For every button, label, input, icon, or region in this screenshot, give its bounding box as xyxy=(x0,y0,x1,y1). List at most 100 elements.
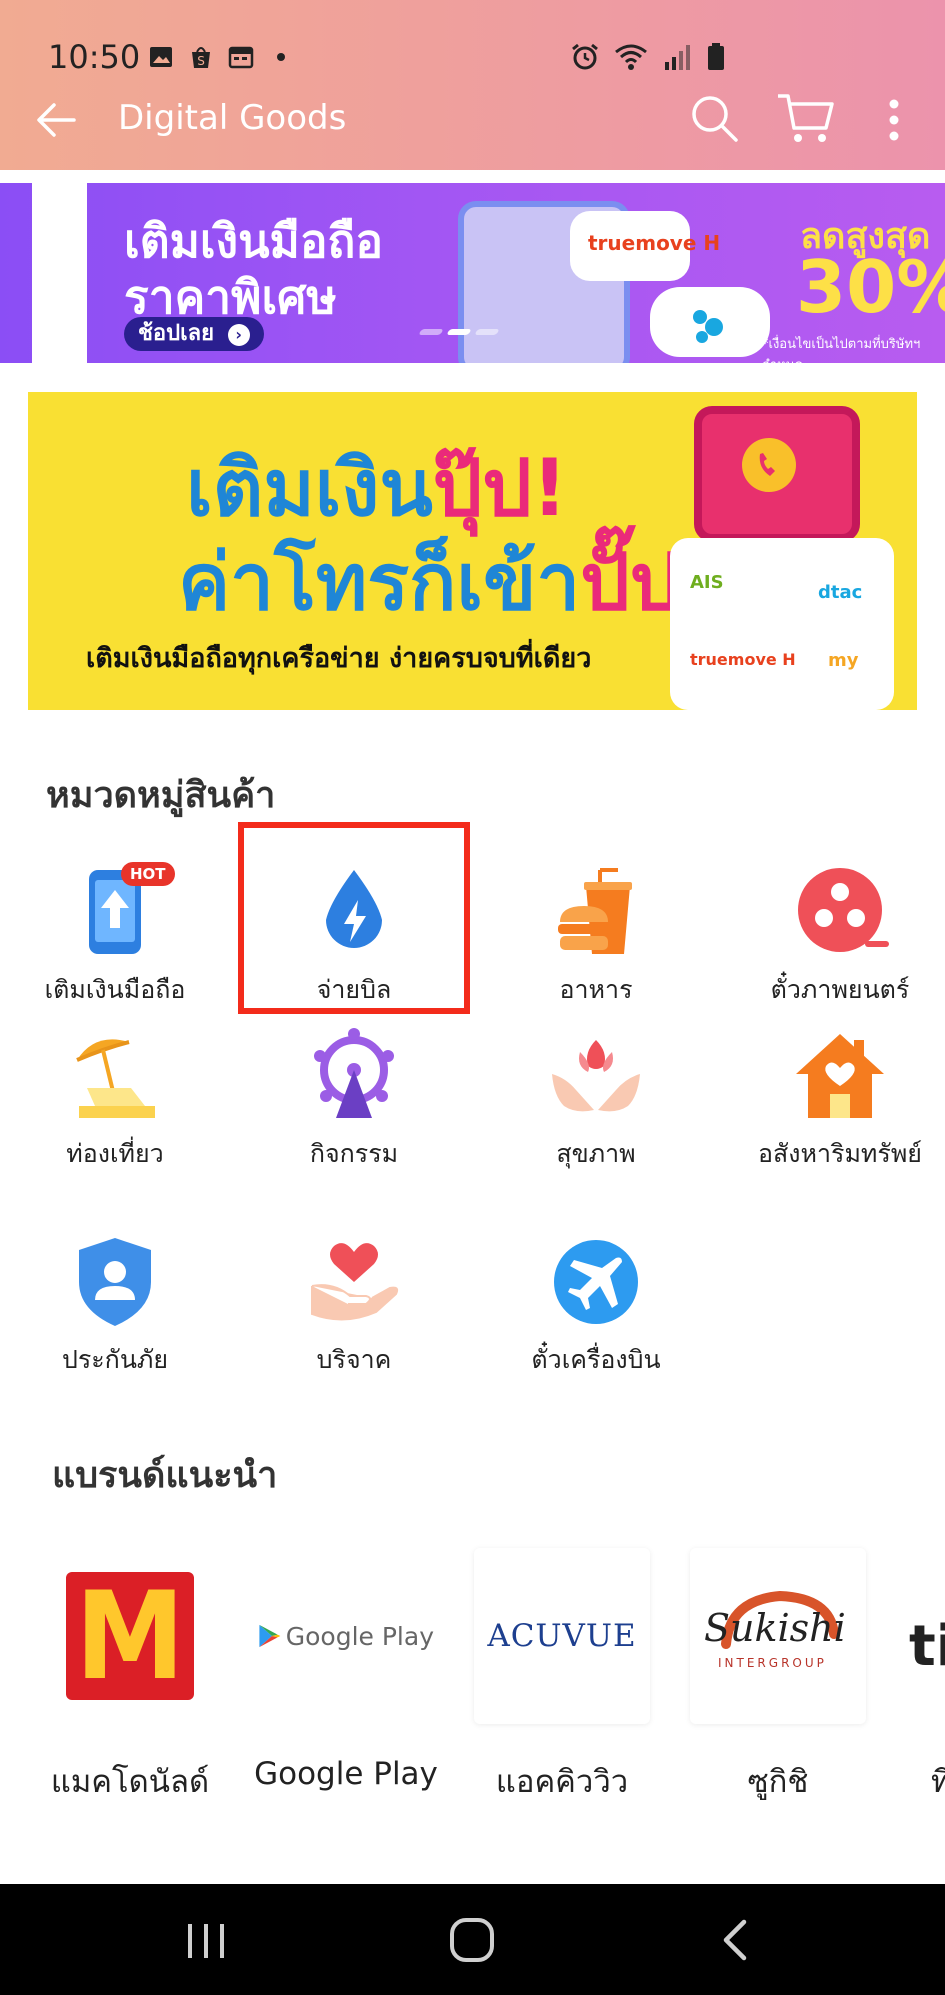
category-flight-tickets[interactable]: ตั๋วเครื่องบิน xyxy=(481,1232,711,1380)
lotus-hands-icon xyxy=(552,1040,640,1112)
image-notification-icon xyxy=(150,47,172,67)
more-options-icon[interactable] xyxy=(872,94,916,146)
carrier-dtac: dtac xyxy=(818,582,863,603)
sukishi-logo: Sukishi INTERGROUP xyxy=(690,1548,866,1724)
shop-now-label: ช้อปเลย xyxy=(138,321,215,346)
selection-highlight-box xyxy=(238,822,470,1014)
brand-label: ซูกิชิ xyxy=(747,1764,809,1800)
wifi-icon xyxy=(615,44,647,70)
category-label: อาหาร xyxy=(559,975,633,1004)
terms-note: *เงื่อนไขเป็นไปตามที่บริษัทฯกำหนด xyxy=(762,337,921,363)
brand-label: แอคคิววิว xyxy=(495,1764,629,1800)
sukishi-wordmark: Sukishi xyxy=(704,1606,846,1650)
hot-badge: HOT xyxy=(121,862,175,886)
carousel-dot xyxy=(418,329,444,335)
food-icon xyxy=(558,868,632,954)
status-notification-icons: S xyxy=(148,44,294,70)
carousel-indicator xyxy=(418,329,500,335)
mcdonalds-logo: M xyxy=(42,1548,218,1724)
recent-apps-icon[interactable] xyxy=(176,1914,236,1966)
discount-value: 30% xyxy=(796,245,945,329)
brand-mcdonalds[interactable]: M แมคโดนัลด์ xyxy=(30,1548,230,1806)
brand-google-play[interactable]: Google Play Google Play xyxy=(246,1548,446,1792)
topup-headline-line2: ค่าโทรก็เข้าปั๊ป! xyxy=(178,520,715,644)
category-label: สุขภาพ xyxy=(556,1139,636,1168)
category-insurance[interactable]: ประกันภัย xyxy=(0,1232,230,1380)
beach-icon xyxy=(76,1039,155,1118)
category-label: ท่องเที่ยว xyxy=(66,1139,164,1168)
brand-partial[interactable]: ti ที xyxy=(895,1548,945,1806)
category-health[interactable]: สุขภาพ xyxy=(481,1026,711,1174)
category-donation[interactable]: บริจาค xyxy=(239,1232,469,1380)
category-label: ประกันภัย xyxy=(61,1345,169,1374)
truemove-logo-text: truemove H xyxy=(588,231,721,255)
heart-hand-icon xyxy=(311,1243,399,1321)
status-system-icons xyxy=(570,42,726,72)
phone-call-icon xyxy=(742,438,796,492)
topup-headline-blue-2: ค่าโทรก็เข้า xyxy=(178,538,581,628)
cart-icon[interactable] xyxy=(776,90,836,146)
category-label: เติมเงินมือถือ xyxy=(44,975,186,1004)
google-play-triangle-icon xyxy=(259,1624,281,1648)
home-icon[interactable] xyxy=(442,1914,502,1966)
airplane-icon xyxy=(554,1240,638,1324)
category-activities[interactable]: กิจกรรม xyxy=(239,1026,469,1174)
carousel-dot xyxy=(474,329,500,335)
carrier-card-illustration xyxy=(670,538,894,710)
sukishi-subtext: INTERGROUP xyxy=(718,1656,827,1670)
shield-person-icon xyxy=(79,1238,151,1326)
acuvue-wordmark: ACUVUE xyxy=(487,1618,637,1654)
category-movie-tickets[interactable]: ตั๋วภาพยนตร์ xyxy=(725,862,945,1010)
more-notifications-dot-icon xyxy=(277,53,285,61)
category-label: กิจกรรม xyxy=(309,1139,399,1168)
page-title: Digital Goods xyxy=(118,98,347,138)
topup-subtitle: เติมเงินมือถือทุกเครือข่าย ง่ายครบจบที่เ… xyxy=(86,643,592,674)
status-time: 10:50 xyxy=(48,38,141,76)
brand-sukishi[interactable]: Sukishi INTERGROUP ซูกิชิ xyxy=(678,1548,878,1806)
carrier-my: my xyxy=(828,650,859,671)
category-food[interactable]: อาหาร xyxy=(481,862,711,1010)
system-navigation-bar xyxy=(0,1884,945,1995)
shop-now-button[interactable]: ช้อปเลย › xyxy=(124,317,264,351)
partial-brand-logo: ti xyxy=(895,1548,945,1724)
mcdonalds-logo-mark: M xyxy=(75,1565,185,1707)
alarm-icon xyxy=(572,43,598,70)
topup-banner[interactable]: เติมเงินปุ๊ป! ค่าโทรก็เข้าปั๊ป! เติมเงิน… xyxy=(28,392,917,710)
dtac-logo-icon xyxy=(693,310,723,343)
back-arrow-icon[interactable] xyxy=(28,92,84,148)
google-play-wordmark: Google Play xyxy=(285,1621,434,1651)
carrier-ais: AIS xyxy=(690,572,724,593)
carousel-prev-edge xyxy=(32,183,87,363)
google-play-logo: Google Play xyxy=(258,1548,434,1724)
category-label: ตั๋วภาพยนตร์ xyxy=(770,975,910,1004)
category-label: บริจาค xyxy=(316,1345,392,1374)
categories-title: หมวดหมู่สินค้า xyxy=(46,775,276,816)
category-travel[interactable]: ท่องเที่ยว xyxy=(0,1026,230,1174)
house-heart-icon xyxy=(796,1034,884,1118)
search-icon[interactable] xyxy=(688,92,740,144)
category-label: ตั๋วเครื่องบิน xyxy=(531,1345,661,1374)
back-nav-icon[interactable] xyxy=(706,1914,766,1966)
film-reel-icon xyxy=(798,868,889,952)
svg-text:S: S xyxy=(197,54,205,68)
app-bar: 10:50 S Digital Goods xyxy=(0,0,945,170)
calendar-notification-icon xyxy=(228,46,254,69)
promo-banner-topup-discount[interactable]: เติมเงินมือถือ ราคาพิเศษ ช้อปเลย › truem… xyxy=(0,183,945,363)
signal-icon xyxy=(665,45,690,70)
brand-label: Google Play xyxy=(254,1756,438,1792)
brands-title: แบรนด์แนะนำ xyxy=(52,1455,278,1496)
acuvue-logo: ACUVUE xyxy=(474,1548,650,1724)
brand-label: ที xyxy=(931,1764,945,1800)
ferris-wheel-icon xyxy=(314,1028,394,1118)
category-real-estate[interactable]: อสังหาริมทรัพย์ xyxy=(725,1026,945,1174)
category-label: อสังหาริมทรัพย์ xyxy=(758,1139,922,1168)
brand-partial-clip: ti ที xyxy=(895,1548,945,1808)
carousel-dot-active xyxy=(446,329,472,335)
carrier-truemove: truemove H xyxy=(690,650,796,669)
brand-acuvue[interactable]: ACUVUE แอคคิววิว xyxy=(462,1548,662,1806)
battery-icon xyxy=(708,43,724,70)
chevron-right-icon: › xyxy=(227,324,250,346)
brand-label: แมคโดนัลด์ xyxy=(50,1764,210,1800)
partial-brand-wordmark: ti xyxy=(909,1614,945,1679)
category-topup[interactable]: HOT เติมเงินมือถือ xyxy=(0,862,230,1010)
